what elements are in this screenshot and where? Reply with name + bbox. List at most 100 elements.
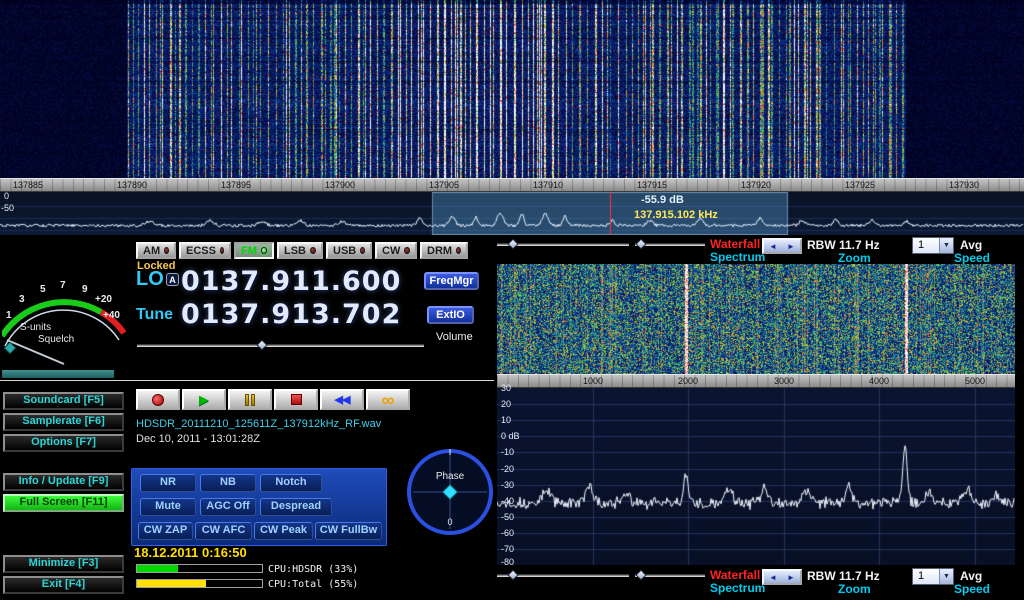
af-top-pan-buttons[interactable]: ◄ ►: [762, 238, 802, 254]
mode-button-usb[interactable]: USB: [326, 242, 372, 259]
pan-left-icon[interactable]: ◄: [769, 573, 777, 582]
soundcard-button[interactable]: Soundcard [F5]: [3, 392, 124, 410]
s-meter: 1 3 5 7 9 +20 +40 S-units Squelch: [2, 238, 130, 372]
s-meter-tick-label: 1: [6, 310, 12, 321]
play-button[interactable]: ▶: [182, 389, 226, 410]
af-db-label: 30: [501, 383, 511, 393]
tune-frequency-display[interactable]: 0137.913.702: [181, 299, 401, 330]
chevron-down-icon[interactable]: ▼: [939, 238, 953, 253]
cursor-db-readout: -55.9 dB: [641, 194, 684, 206]
mode-led-icon: [164, 247, 169, 254]
af-scale-tick: 2000: [678, 376, 698, 386]
af-bottom-spectrum-label[interactable]: Spectrum: [710, 581, 765, 595]
mode-label: LSB: [284, 245, 306, 257]
mode-button-fm[interactable]: FM: [234, 242, 274, 259]
options-button[interactable]: Options [F7]: [3, 434, 124, 452]
mode-led-icon: [456, 247, 461, 254]
af-top-avg-select[interactable]: 1 ▼: [912, 237, 954, 254]
agc-button[interactable]: AGC Off: [200, 498, 256, 516]
freqmgr-button[interactable]: FreqMgr: [424, 272, 479, 290]
s-meter-tick-label: +40: [103, 310, 120, 321]
af-top-brightness-slider[interactable]: [497, 240, 629, 250]
af-top-contrast-slider[interactable]: [635, 240, 705, 250]
minimize-button[interactable]: Minimize [F3]: [3, 555, 124, 573]
cursor-frequency-readout: 137.915.102 kHz: [634, 209, 718, 221]
mode-label: ECSS: [186, 245, 216, 257]
af-bottom-pan-buttons[interactable]: ◄ ►: [762, 569, 802, 585]
af-top-waterfall-label[interactable]: Waterfall: [710, 237, 760, 251]
volume-slider-groove[interactable]: [137, 344, 424, 347]
af-db-label: -80: [501, 557, 514, 567]
loop-icon: ∞: [382, 395, 395, 405]
af-db-label: 10: [501, 415, 511, 425]
af-frequency-scale[interactable]: 1000 2000 3000 4000 5000: [497, 374, 1015, 388]
af-db-label: 0 dB: [501, 431, 520, 441]
af-bottom-avg-select[interactable]: 1 ▼: [912, 568, 954, 585]
af-waterfall-display[interactable]: [497, 264, 1015, 374]
mode-button-lsb[interactable]: LSB: [277, 242, 323, 259]
extio-button[interactable]: ExtIO: [427, 306, 474, 324]
af-bottom-contrast-slider[interactable]: [635, 571, 705, 581]
notch-button[interactable]: Notch: [260, 474, 322, 492]
mute-button[interactable]: Mute: [140, 498, 196, 516]
volume-label: Volume: [436, 331, 473, 343]
slider-thumb[interactable]: [507, 569, 518, 580]
volume-slider-thumb[interactable]: [256, 339, 267, 350]
info-update-button[interactable]: Info / Update [F9]: [3, 473, 124, 491]
rf-scale-tick: 137920: [741, 180, 771, 190]
lo-label: LO: [136, 268, 164, 291]
rf-frequency-scale[interactable]: 137885 137890 137895 137900 137905 13791…: [0, 178, 1024, 192]
af-db-label: -30: [501, 480, 514, 490]
pause-button[interactable]: [228, 389, 272, 410]
af-bottom-avg-label: Avg: [960, 569, 982, 583]
nr-button[interactable]: NR: [140, 474, 196, 492]
rf-scale-tick: 137890: [117, 180, 147, 190]
stop-button[interactable]: [274, 389, 318, 410]
volume-slider[interactable]: [137, 341, 424, 351]
mode-button-drm[interactable]: DRM: [420, 242, 468, 259]
rf-waterfall-display[interactable]: [0, 0, 1024, 178]
play-icon: ▶: [199, 392, 209, 408]
pan-right-icon[interactable]: ►: [787, 573, 795, 582]
rf-scale-tick: 137895: [221, 180, 251, 190]
pan-right-icon[interactable]: ►: [787, 242, 795, 251]
lo-lock-badge[interactable]: A: [166, 273, 179, 286]
slider-thumb[interactable]: [635, 569, 646, 580]
squelch-label: Squelch: [38, 334, 74, 345]
af-spectrum-display[interactable]: [497, 388, 1015, 565]
af-top-speed-label: Speed: [954, 251, 990, 265]
mode-button-cw[interactable]: CW: [375, 242, 417, 259]
mode-led-icon: [310, 247, 316, 254]
despread-button[interactable]: Despread: [260, 498, 332, 516]
slider-thumb[interactable]: [635, 238, 646, 249]
chevron-down-icon[interactable]: ▼: [939, 569, 953, 584]
cw-zap-button[interactable]: CW ZAP: [138, 522, 193, 540]
rf-scale-tick: 137910: [533, 180, 563, 190]
avg-select-value: 1: [913, 569, 939, 584]
fullscreen-button[interactable]: Full Screen [F11]: [3, 494, 124, 512]
mode-label: CW: [382, 245, 400, 257]
rewind-button[interactable]: ◀◀: [320, 389, 364, 410]
samplerate-button[interactable]: Samplerate [F6]: [3, 413, 124, 431]
lo-frequency-display[interactable]: 0137.911.600: [181, 266, 401, 297]
af-db-label: -10: [501, 447, 514, 457]
rf-spectrum-display[interactable]: [0, 192, 1024, 235]
exit-button[interactable]: Exit [F4]: [3, 576, 124, 594]
cw-fullbw-button[interactable]: CW FullBw: [315, 522, 382, 540]
loop-button[interactable]: ∞: [366, 389, 410, 410]
af-top-spectrum-label[interactable]: Spectrum: [710, 250, 765, 264]
rf-scale-tick: 137905: [429, 180, 459, 190]
playback-controls: ▶ ◀◀ ∞: [136, 389, 410, 410]
wav-file-date: Dec 10, 2011 - 13:01:28Z: [136, 433, 260, 445]
record-button[interactable]: [136, 389, 180, 410]
nb-button[interactable]: NB: [200, 474, 256, 492]
cw-peak-button[interactable]: CW Peak: [254, 522, 313, 540]
slider-thumb[interactable]: [507, 238, 518, 249]
mode-button-ecss[interactable]: ECSS: [179, 242, 231, 259]
mode-button-am[interactable]: AM: [136, 242, 176, 259]
dsp-panel: NR NB Notch Mute AGC Off Despread CW ZAP…: [131, 468, 387, 546]
cw-afc-button[interactable]: CW AFC: [195, 522, 252, 540]
af-bottom-waterfall-label[interactable]: Waterfall: [710, 568, 760, 582]
af-bottom-brightness-slider[interactable]: [497, 571, 629, 581]
pan-left-icon[interactable]: ◄: [769, 242, 777, 251]
